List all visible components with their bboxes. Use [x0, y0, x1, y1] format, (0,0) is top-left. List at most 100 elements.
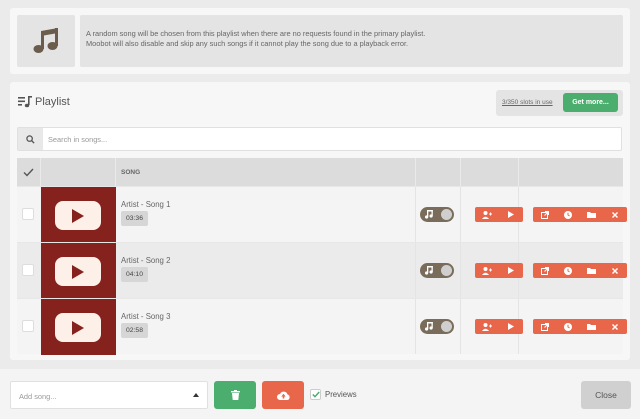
add-user-icon — [482, 266, 492, 275]
open-link-button[interactable] — [533, 263, 557, 278]
move-to-folder-button[interactable] — [580, 207, 604, 222]
add-user-button[interactable] — [475, 263, 499, 278]
youtube-play-icon — [55, 201, 101, 230]
toggle-column-header — [416, 158, 461, 186]
external-link-icon — [540, 322, 549, 331]
add-user-icon — [482, 322, 492, 331]
play-button[interactable] — [499, 263, 523, 278]
folder-icon — [587, 268, 597, 274]
folder-icon — [587, 212, 597, 218]
youtube-play-icon — [55, 257, 101, 286]
checkmark-icon — [311, 391, 320, 398]
youtube-play-icon — [55, 313, 101, 342]
add-user-button[interactable] — [475, 207, 499, 222]
music-note-icon — [425, 322, 433, 331]
search-input[interactable] — [48, 128, 618, 150]
video-thumbnail[interactable] — [41, 299, 116, 355]
table-header: SONG — [17, 158, 623, 186]
play-icon — [508, 267, 514, 274]
slots-box: 3/350 slots in use Get more... — [496, 90, 623, 116]
add-user-icon — [482, 210, 492, 219]
info-line-2: Moobot will also disable and skip any su… — [86, 39, 409, 48]
previews-label: Previews — [325, 390, 357, 399]
video-thumbnail[interactable] — [41, 243, 116, 299]
info-line-1: A random song will be chosen from this p… — [86, 29, 426, 38]
actions-column-header — [461, 158, 519, 186]
song-enabled-toggle[interactable] — [420, 207, 454, 222]
song-column-header[interactable]: SONG — [116, 158, 416, 186]
toggle-knob — [441, 265, 452, 276]
play-button[interactable] — [499, 207, 523, 222]
remove-button[interactable] — [604, 207, 628, 222]
request-actions — [475, 263, 523, 278]
tools-column-header — [519, 158, 623, 186]
remove-button[interactable] — [604, 263, 628, 278]
checkmark-icon — [23, 168, 34, 177]
close-icon — [612, 211, 619, 218]
table-row: Artist - Song 2 04:10 — [17, 242, 627, 299]
external-link-icon — [540, 210, 549, 219]
table-row: Artist - Song 3 02:58 — [17, 298, 627, 355]
clock-icon — [564, 210, 573, 219]
select-all-cell[interactable] — [17, 158, 41, 186]
play-icon — [508, 323, 514, 330]
song-tools — [533, 319, 627, 334]
history-button[interactable] — [557, 263, 581, 278]
info-panel: A random song will be chosen from this p… — [10, 8, 630, 74]
toggle-knob — [441, 321, 452, 332]
request-actions — [475, 207, 523, 222]
trash-icon — [230, 390, 240, 400]
song-enabled-toggle[interactable] — [420, 319, 454, 334]
open-link-button[interactable] — [533, 207, 557, 222]
row-checkbox[interactable] — [22, 320, 34, 332]
music-note-icon — [425, 210, 433, 219]
add-song-select[interactable]: Add song... — [10, 381, 208, 409]
music-note-icon — [425, 266, 433, 275]
clock-icon — [564, 266, 573, 275]
row-checkbox[interactable] — [22, 264, 34, 276]
song-title: Artist - Song 1 — [121, 200, 171, 209]
open-link-button[interactable] — [533, 319, 557, 334]
caret-up-icon — [193, 393, 199, 397]
song-cell — [116, 187, 416, 242]
delete-button[interactable] — [214, 381, 256, 409]
table-row: Artist - Song 1 03:36 — [17, 186, 627, 243]
close-button[interactable]: Close — [581, 381, 631, 409]
song-title: Artist - Song 3 — [121, 312, 171, 321]
playlist-panel: Playlist 3/350 slots in use Get more... … — [10, 82, 630, 360]
song-cell — [116, 243, 416, 298]
song-title: Artist - Song 2 — [121, 256, 171, 265]
toggle-knob — [441, 209, 452, 220]
video-thumbnail[interactable] — [41, 187, 116, 243]
close-icon — [612, 267, 619, 274]
playlist-icon — [18, 96, 32, 108]
row-checkbox[interactable] — [22, 208, 34, 220]
history-button[interactable] — [557, 207, 581, 222]
search-icon — [18, 128, 43, 150]
songs-table: SONG Artist - Song 1 03:36 Artist - Song… — [17, 158, 627, 355]
add-user-button[interactable] — [475, 319, 499, 334]
move-to-folder-button[interactable] — [580, 319, 604, 334]
playlist-title: Playlist — [35, 96, 70, 108]
folder-icon — [587, 324, 597, 330]
footer-bar: Add song... Previews Close — [0, 369, 640, 419]
song-tools — [533, 207, 627, 222]
history-button[interactable] — [557, 319, 581, 334]
add-song-placeholder: Add song... — [19, 392, 57, 401]
remove-button[interactable] — [604, 319, 628, 334]
move-to-folder-button[interactable] — [580, 263, 604, 278]
song-duration: 03:36 — [121, 211, 148, 226]
clock-icon — [564, 322, 573, 331]
slots-in-use-link[interactable]: 3/350 slots in use — [502, 99, 553, 106]
previews-checkbox[interactable] — [310, 389, 321, 400]
upload-button[interactable] — [262, 381, 304, 409]
song-enabled-toggle[interactable] — [420, 263, 454, 278]
play-button[interactable] — [499, 319, 523, 334]
song-tools — [533, 263, 627, 278]
info-icon-box — [17, 15, 75, 67]
get-more-button[interactable]: Get more... — [563, 93, 618, 112]
external-link-icon — [540, 266, 549, 275]
play-icon — [508, 211, 514, 218]
close-icon — [612, 323, 619, 330]
request-actions — [475, 319, 523, 334]
